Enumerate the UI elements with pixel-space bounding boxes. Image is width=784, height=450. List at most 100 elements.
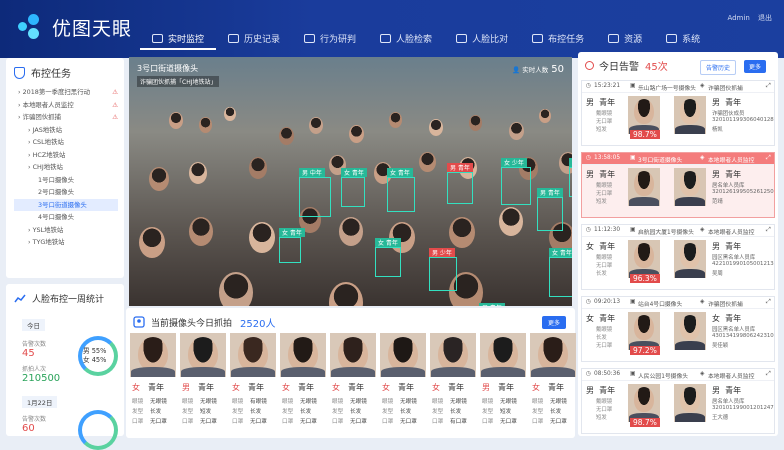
attribute-value: 有口罩 <box>450 419 467 425</box>
age-label: 青年 <box>448 383 464 392</box>
capture-card[interactable]: 女青年 眼镜 有眼镜 发型 长发 口罩 无口罩 <box>230 333 276 437</box>
video-subtitle: 诈骗团伙抓捕「CHJ地铁站」 <box>137 76 220 87</box>
tree-item[interactable]: 4号口摄像头 <box>14 211 118 224</box>
face-detection-box[interactable] <box>501 167 531 205</box>
match-score: 98.7% <box>630 418 660 427</box>
face-photo <box>130 333 176 377</box>
capture-card[interactable]: 女青年 眼镜 无眼镜 发型 长发 口罩 无口罩 <box>280 333 326 437</box>
face-detection-box[interactable] <box>447 172 473 204</box>
camera-person-icon <box>133 316 145 328</box>
right-info: 吴佳颖 <box>712 343 729 349</box>
captured-face-photo <box>628 168 660 206</box>
age-label: 青年 <box>348 383 364 392</box>
gender-label: 女 <box>532 383 540 392</box>
face-attribute-label: 女 青年 <box>375 238 401 247</box>
tree-item[interactable]: › CHJ地铁站 <box>14 161 118 174</box>
captured-face-photo <box>628 384 660 422</box>
tree-item[interactable]: 1号口摄像头 <box>14 174 118 187</box>
face-detection-box[interactable] <box>279 237 301 263</box>
warning-icon: ⚠ <box>112 100 118 109</box>
face-detection-box[interactable] <box>375 247 401 277</box>
attribute-value: 无口罩 <box>250 419 267 425</box>
tree-item[interactable]: › 诈骗团伙抓捕 ⚠ <box>14 111 118 124</box>
tree-item[interactable]: › CSL地铁站 <box>14 136 118 149</box>
tree-item[interactable]: › 2018第一季度扫黑行动 ⚠ <box>14 86 118 99</box>
alert-history-button[interactable]: 告警历史 <box>700 60 737 75</box>
capture-card[interactable]: 女青年 眼镜 无眼镜 发型 长发 口罩 无口罩 <box>330 333 376 437</box>
nav-item-3[interactable]: 人脸检索 <box>368 28 444 50</box>
user-name[interactable]: Admin <box>727 14 749 22</box>
nav-item-7[interactable]: 系统 <box>654 28 712 50</box>
attribute-name: 发型 <box>182 409 194 415</box>
alerts-more-button[interactable]: 更多 <box>744 60 767 73</box>
expand-icon[interactable]: ⤢ <box>766 227 771 234</box>
trend-icon <box>304 33 316 43</box>
tree-item[interactable]: › JAS地铁站 <box>14 124 118 137</box>
nav-item-5[interactable]: 布控任务 <box>520 28 596 50</box>
nav-item-6[interactable]: 资源 <box>596 28 654 50</box>
attribute-name: 眼镜 <box>182 399 194 405</box>
captures-more-button[interactable]: 更多 <box>541 316 566 329</box>
alert-card[interactable]: ◷ 08:50:36 ▣ 人民公园1号摄像头 ◈ 本地眼者人员监控 ⤢ 男 青年 戴眼镜 无口罩短… <box>581 368 775 434</box>
tree-item[interactable]: 2号口摄像头 <box>14 186 118 199</box>
face-detection-box[interactable] <box>387 177 415 212</box>
right-info: 422101990105001213 <box>712 261 774 267</box>
shield-icon: ◈ <box>700 227 705 233</box>
expand-icon[interactable]: ⤢ <box>766 371 771 378</box>
attribute-name: 口罩 <box>382 419 394 425</box>
shield-icon: ◈ <box>700 299 705 305</box>
face-detection-box[interactable] <box>537 197 563 231</box>
attribute-name: 发型 <box>482 409 494 415</box>
expand-icon[interactable]: ⤢ <box>766 299 771 306</box>
face-detection-box[interactable] <box>299 177 331 217</box>
expand-icon[interactable]: ⤢ <box>766 155 771 162</box>
crowd-person <box>199 117 212 133</box>
expand-icon[interactable]: ⤢ <box>766 83 771 90</box>
monitor-icon <box>152 33 163 43</box>
tree-item[interactable]: › 本地眼者人员监控 ⚠ <box>14 99 118 112</box>
tree-item[interactable]: › YSL地铁站 <box>14 224 118 237</box>
attribute-value: 无眼镜 <box>400 399 417 405</box>
live-video-feed[interactable]: 3号口街道摄像头 诈骗团伙抓捕「CHJ地铁站」 👤 实时人数 50 男 中年女 青… <box>129 57 572 306</box>
capture-card[interactable]: 女青年 眼镜 无眼镜 发型 长发 口罩 无口罩 <box>530 333 576 437</box>
left-attribute: 无口罩 <box>596 119 613 125</box>
face-detection-box[interactable] <box>549 257 572 297</box>
face-attribute-label: 女 青年 <box>549 248 572 257</box>
tree-item[interactable]: › TYG地铁站 <box>14 236 118 249</box>
capture-card[interactable]: 女青年 眼镜 无眼镜 发型 长发 口罩 无口罩 <box>380 333 426 437</box>
face-detection-box[interactable] <box>569 167 572 197</box>
task-panel: 布控任务 › 2018第一季度扫黑行动 ⚠ › 本地眼者人员监控 ⚠ › 诈骗团伙抓捕 ⚠… <box>6 58 124 278</box>
face-attribute-label: 女 青年 <box>279 228 305 237</box>
alert-count-value-prev: 60 <box>22 423 35 434</box>
left-gender-age: 女 青年 <box>586 242 616 251</box>
crowd-person <box>189 217 213 246</box>
logout-link[interactable]: 退出 <box>758 14 772 22</box>
capture-card[interactable]: 男青年 眼镜 无眼镜 发型 短发 口罩 无口罩 <box>180 333 226 437</box>
tree-item[interactable]: 3号口街道摄像头 <box>14 198 118 211</box>
capture-card[interactable]: 男青年 眼镜 无眼镜 发型 短发 口罩 无口罩 <box>480 333 526 437</box>
attribute-name: 眼镜 <box>282 399 294 405</box>
alert-card[interactable]: ◷ 15:23:21 ▣ 乐山路广场一号摄像头 ◈ 诈骗团伙抓捕 ⤢ 男 青年 戴眼镜 无口罩 短发… <box>581 80 775 146</box>
capture-card[interactable]: 女青年 眼镜 无眼镜 发型 长发 口罩 有口罩 <box>430 333 476 437</box>
captures-title: 当前摄像头今日抓拍 <box>151 318 233 329</box>
tree-item-label: 1号口摄像头 <box>38 175 75 184</box>
attribute-name: 发型 <box>382 409 394 415</box>
capture-card[interactable]: 女青年 眼镜 无眼镜 发型 长发 口罩 无口罩 <box>130 333 176 437</box>
app-logo[interactable]: 优图天眼 <box>16 12 132 42</box>
alert-card[interactable]: ◷ 13:58:05 ▣ 3号口街道摄像头 ◈ 本地眼者人员监控 ⤢ 男 青年 戴眼镜 无口罩 短发… <box>581 152 775 218</box>
nav-item-2[interactable]: 行为研判 <box>292 28 368 50</box>
nav-item-1[interactable]: 历史记录 <box>216 28 292 50</box>
face-detection-box[interactable] <box>429 257 457 291</box>
tree-item[interactable]: › HCZ地铁站 <box>14 149 118 162</box>
alert-card[interactable]: ◷ 09:20:13 ▣ 站台4号口摄像头 ◈ 诈骗团伙抓捕 ⤢ 女 青年 戴眼镜 长发 无口罩 97… <box>581 296 775 362</box>
attribute-value: 无眼镜 <box>500 399 517 405</box>
face-detection-box[interactable] <box>341 177 365 207</box>
camera-icon: ▣ <box>630 227 636 233</box>
face-photo <box>480 333 526 377</box>
crowd-person <box>539 109 551 124</box>
nav-item-0[interactable]: 实时监控 <box>140 28 217 50</box>
attribute-value: 短发 <box>500 409 512 415</box>
alert-card[interactable]: ◷ 11:12:30 ▣ 启航园大厦1号摄像头 ◈ 本地眼者人员监控 ⤢ 女 青年 戴眼镜 无口罩… <box>581 224 775 290</box>
nav-item-4[interactable]: 人脸比对 <box>444 28 520 50</box>
right-info: 430134199806242310 <box>712 333 774 339</box>
